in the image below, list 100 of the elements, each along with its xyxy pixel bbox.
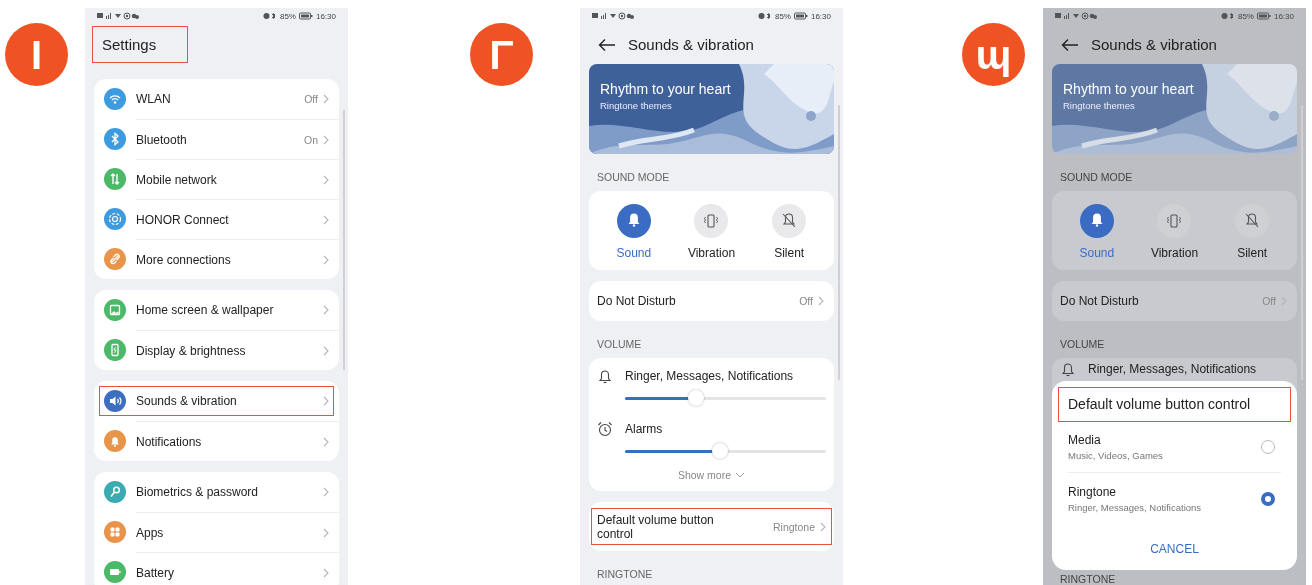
option-label: Media bbox=[1068, 432, 1102, 447]
settings-item[interactable]: Battery bbox=[94, 552, 339, 585]
clock: 16:30 bbox=[810, 11, 831, 21]
settings-item[interactable]: Display & brightness bbox=[94, 330, 339, 370]
setting-value: Off bbox=[304, 93, 318, 105]
chevron-icon bbox=[323, 134, 329, 145]
section-label: VOLUME bbox=[596, 337, 643, 352]
sound-mode-option[interactable]: Vibration bbox=[1144, 191, 1205, 260]
banner-title: Rhythm to your heart bbox=[1063, 81, 1195, 97]
do-not-disturb-item[interactable]: Do Not Disturb Off bbox=[589, 281, 834, 321]
sound-mode-option[interactable]: Silent bbox=[759, 191, 820, 260]
radio-button[interactable] bbox=[1261, 491, 1275, 506]
banner-subtitle: Ringtone themes bbox=[1063, 100, 1136, 111]
battery-level: 85% bbox=[1237, 11, 1254, 21]
bell-icon bbox=[597, 368, 613, 384]
muted-bell-icon bbox=[1235, 204, 1270, 238]
caret-icon bbox=[735, 472, 746, 478]
battery-icon bbox=[793, 12, 808, 20]
dialog-option[interactable]: Ringtone Ringer, Messages, Notifications bbox=[1068, 472, 1281, 524]
battery-level: 85% bbox=[279, 11, 296, 21]
settings-item[interactable]: Home screen & wallpaper bbox=[94, 290, 339, 330]
settings-item[interactable]: Notifications bbox=[94, 421, 339, 461]
chevron-icon bbox=[820, 521, 826, 532]
show-more-link[interactable]: Show more bbox=[597, 466, 826, 484]
speaker-icon bbox=[104, 390, 126, 412]
settings-item[interactable]: Biometrics & password bbox=[94, 472, 339, 512]
chevron-icon bbox=[323, 487, 329, 497]
status-icons bbox=[262, 12, 277, 20]
clock: 16:30 bbox=[1273, 11, 1294, 21]
bell-icon bbox=[616, 204, 651, 238]
chevron-icon bbox=[323, 94, 329, 104]
section-label: VOLUME bbox=[1059, 337, 1106, 352]
volume-slider[interactable] bbox=[625, 442, 826, 460]
volume-slider[interactable] bbox=[625, 389, 826, 407]
setting-value: On bbox=[304, 133, 318, 146]
clock: 16:30 bbox=[315, 11, 336, 21]
banner-subtitle: Ringtone themes bbox=[600, 100, 673, 111]
battery-icon bbox=[298, 12, 313, 20]
battery-level: 85% bbox=[774, 11, 791, 21]
chevron-icon bbox=[323, 396, 329, 406]
slider-thumb[interactable] bbox=[711, 443, 728, 459]
link-icon bbox=[104, 248, 126, 270]
settings-item[interactable]: Sounds & vibration bbox=[94, 381, 339, 421]
dialog-title: Default volume button control bbox=[1059, 388, 1290, 421]
step-badge: Γ bbox=[470, 23, 533, 86]
section-label: RINGTONE bbox=[1059, 572, 1117, 585]
bell-icon bbox=[1060, 361, 1076, 377]
chevron-icon bbox=[323, 345, 329, 356]
settings-item[interactable]: HONOR Connect bbox=[94, 199, 339, 239]
section-label: SOUND MODE bbox=[1059, 170, 1134, 185]
sound-mode-option[interactable]: Sound bbox=[603, 191, 664, 260]
back-icon bbox=[598, 37, 616, 52]
settings-item[interactable]: Mobile network bbox=[94, 159, 339, 199]
section-label: SOUND MODE bbox=[596, 170, 671, 185]
chevron-icon bbox=[323, 436, 329, 447]
target-icon bbox=[104, 208, 126, 230]
status-icons bbox=[757, 12, 772, 20]
dialog-option[interactable]: Media Music, Videos, Games bbox=[1068, 421, 1281, 472]
chevron-icon bbox=[323, 174, 329, 185]
settings-item[interactable]: More connections bbox=[94, 239, 339, 279]
phone-icon bbox=[104, 339, 126, 361]
screen-title: Settings bbox=[93, 27, 187, 62]
bell-icon bbox=[104, 430, 126, 452]
sound-mode-option[interactable]: Silent bbox=[1222, 191, 1283, 260]
muted-bell-icon bbox=[772, 204, 807, 238]
grid-icon bbox=[104, 521, 126, 543]
key-icon bbox=[104, 481, 126, 503]
cancel-button[interactable]: CANCEL bbox=[1140, 538, 1209, 560]
chevron-icon bbox=[818, 296, 824, 306]
volume-label: Ringer, Messages, Notifications bbox=[625, 369, 794, 383]
option-description: Ringer, Messages, Notifications bbox=[1068, 501, 1203, 513]
chevron-icon bbox=[323, 254, 329, 265]
vibrate-icon bbox=[694, 204, 729, 238]
screen-title: Sounds & vibration bbox=[628, 36, 754, 53]
back-icon bbox=[1061, 37, 1079, 52]
bell-icon bbox=[1079, 204, 1114, 238]
do-not-disturb-item[interactable]: Do Not Disturb Off bbox=[1052, 281, 1297, 321]
step-badge: I bbox=[5, 23, 68, 86]
vibrate-icon bbox=[1157, 204, 1192, 238]
settings-item[interactable]: Bluetooth On bbox=[94, 119, 339, 159]
battery-icon bbox=[1256, 12, 1271, 20]
sound-mode-option[interactable]: Vibration bbox=[681, 191, 742, 260]
slider-thumb[interactable] bbox=[687, 390, 704, 406]
volume-label: Alarms bbox=[625, 422, 663, 436]
settings-item[interactable]: Apps bbox=[94, 512, 339, 552]
bluetooth-icon bbox=[104, 128, 126, 150]
section-label: RINGTONE bbox=[596, 567, 654, 582]
wifi-icon bbox=[104, 88, 126, 110]
setting-value: Ringtone bbox=[772, 520, 815, 533]
banner-title: Rhythm to your heart bbox=[600, 81, 732, 97]
arrows-icon bbox=[104, 168, 126, 190]
status-icons bbox=[1220, 12, 1235, 20]
screen-title: Sounds & vibration bbox=[1091, 36, 1217, 53]
alarm-clock-icon bbox=[597, 421, 613, 437]
image-icon bbox=[104, 299, 126, 321]
setting-value: Off bbox=[1262, 295, 1276, 307]
chevron-icon bbox=[323, 527, 329, 538]
option-description: Music, Videos, Games bbox=[1068, 449, 1164, 461]
settings-item[interactable]: WLAN Off bbox=[94, 79, 339, 119]
chevron-icon bbox=[323, 567, 329, 578]
